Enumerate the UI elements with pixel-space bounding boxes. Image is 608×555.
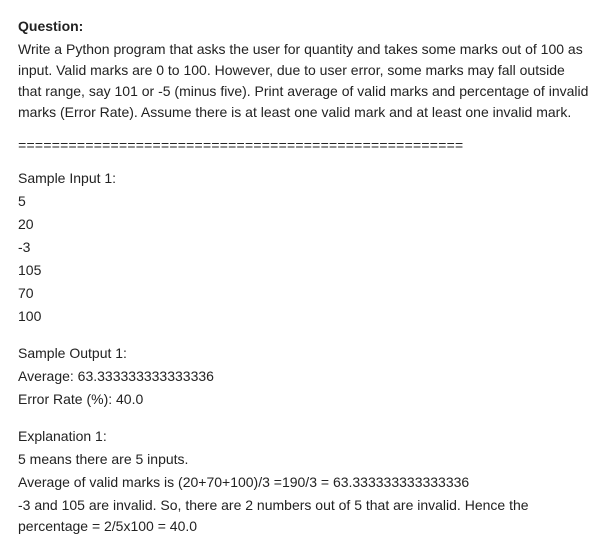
explanation-line: -3 and 105 are invalid. So, there are 2 …: [18, 495, 590, 537]
output-line: Error Rate (%): 40.0: [18, 389, 590, 410]
output-line: Average: 63.333333333333336: [18, 366, 590, 387]
separator-line: ========================================…: [18, 137, 590, 158]
input-line: 5: [18, 191, 590, 212]
input-line: 105: [18, 260, 590, 281]
explanation-line: Average of valid marks is (20+70+100)/3 …: [18, 472, 590, 493]
input-line: -3: [18, 237, 590, 258]
sample-output-label: Sample Output 1:: [18, 343, 590, 364]
input-line: 70: [18, 283, 590, 304]
input-line: 100: [18, 306, 590, 327]
question-body: Write a Python program that asks the use…: [18, 39, 590, 123]
explanation-label: Explanation 1:: [18, 426, 590, 447]
input-line: 20: [18, 214, 590, 235]
sample-input-label: Sample Input 1:: [18, 168, 590, 189]
explanation-line: 5 means there are 5 inputs.: [18, 449, 590, 470]
question-label: Question:: [18, 16, 590, 37]
